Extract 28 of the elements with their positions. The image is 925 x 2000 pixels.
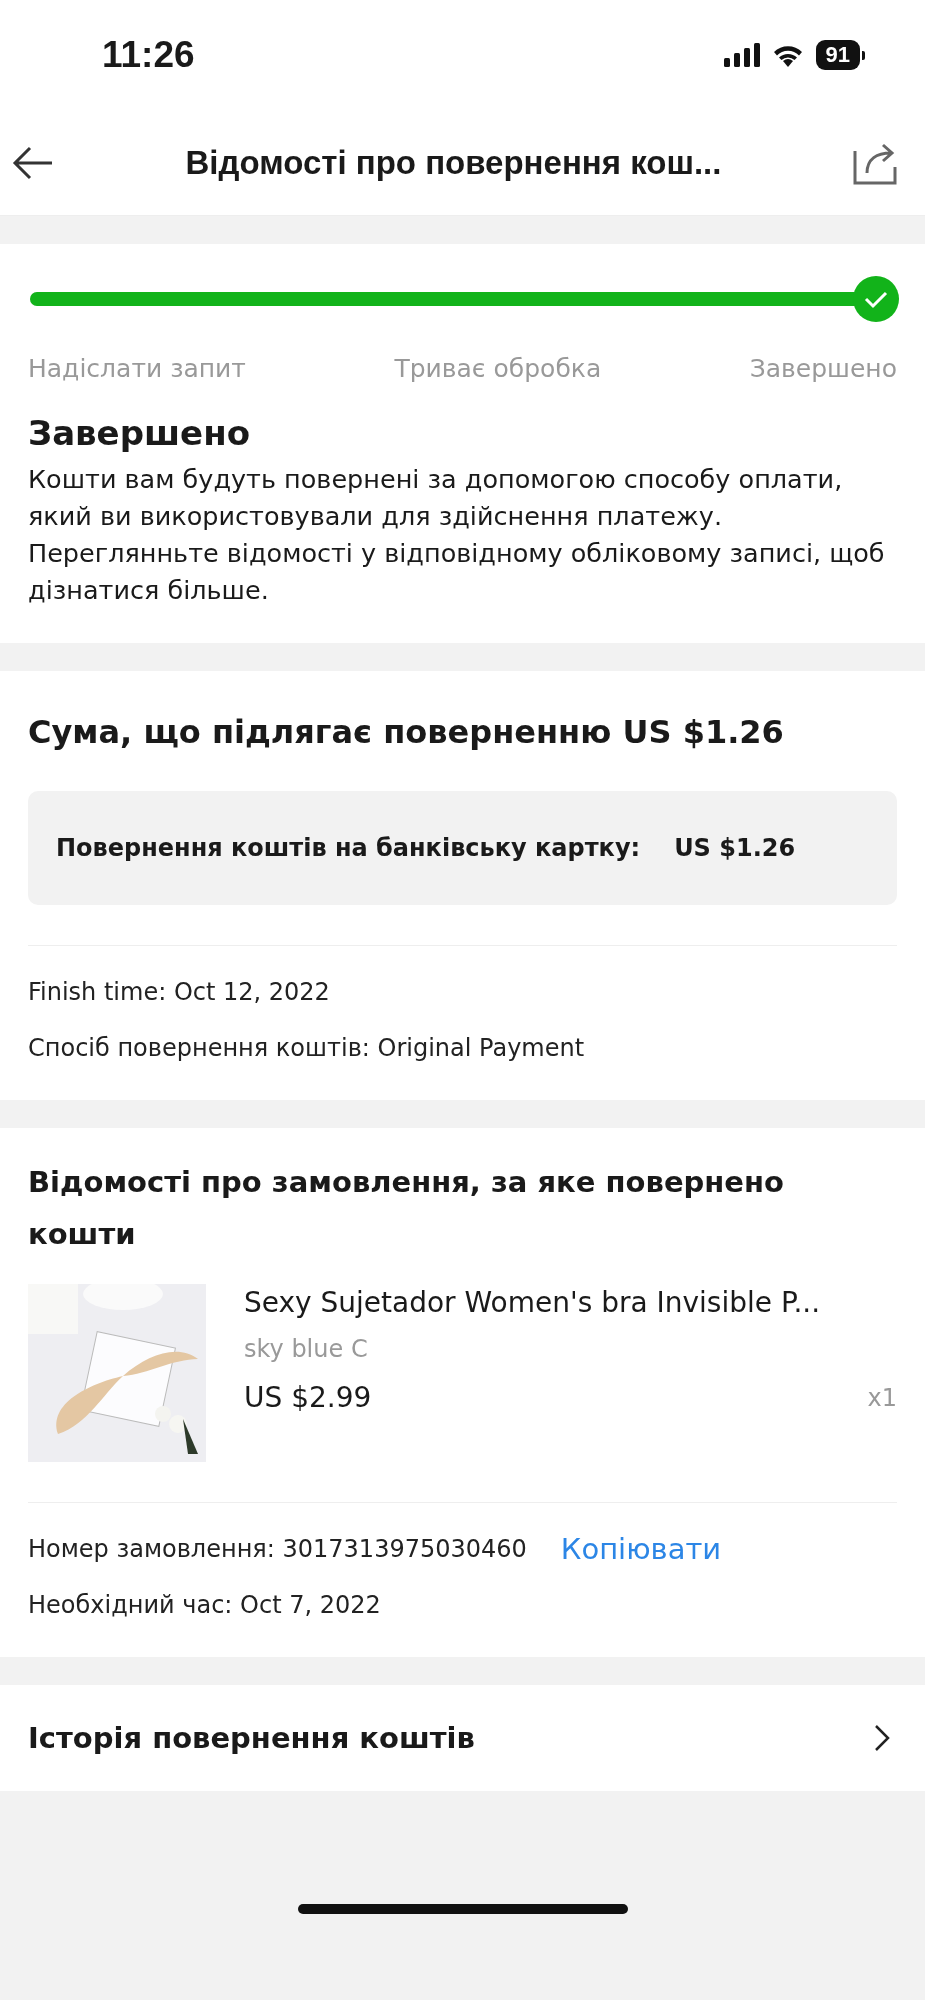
step-label: Завершено (749, 354, 897, 383)
step-label: Триває обробка (394, 354, 602, 383)
battery-icon: 91 (815, 40, 860, 70)
copy-link[interactable]: Копіювати (560, 1532, 722, 1566)
step-label: Надіслати запит (28, 354, 246, 383)
detail-text: Спосіб повернення коштів: Original Payment (28, 1033, 586, 1064)
check-icon (853, 276, 899, 322)
product-title[interactable]: Sexy Sujetador Women's bra Invisible P... (244, 1286, 897, 1319)
refund-history-row[interactable]: Історія повернення коштів (0, 1685, 925, 1791)
refund-history-label: Історія повернення коштів (28, 1721, 475, 1755)
product-price: US $2.99 (244, 1381, 372, 1414)
product-variant: sky blue C (244, 1335, 369, 1363)
detail-text: Finish time: Oct 12, 2022 (28, 977, 331, 1008)
page-title: Відомості про повернення кош... (184, 143, 723, 182)
chevron-right-icon (873, 1723, 891, 1753)
refund-method-amount: US $1.26 (674, 834, 796, 862)
back-arrow-icon[interactable] (12, 145, 54, 180)
status-description: Кошти вам будуть повернені за допомогою способу оплати, який ви використовували для здійснення платежу. Переглянньте відомості у відповідному обліковому записі, щоб дізнатися більше. (28, 463, 886, 607)
status-heading: Завершено (28, 413, 252, 453)
order-time: Необхідний час: Oct 7, 2022 (28, 1590, 382, 1621)
signal-icon (723, 43, 760, 67)
order-heading: Відомості про замовлення, за яке повернено кошти (28, 1164, 785, 1253)
wifi-icon (771, 43, 804, 67)
order-number: Номер замовлення: 3017313975030460 (28, 1534, 527, 1565)
refund-amount-heading: Сума, що підлягає поверненню US $1.26 (28, 713, 785, 751)
product-quantity: x1 (867, 1383, 897, 1412)
clock-time: 11:26 (102, 34, 195, 76)
refund-method-label: Повернення коштів на банківську картку: (56, 834, 641, 862)
